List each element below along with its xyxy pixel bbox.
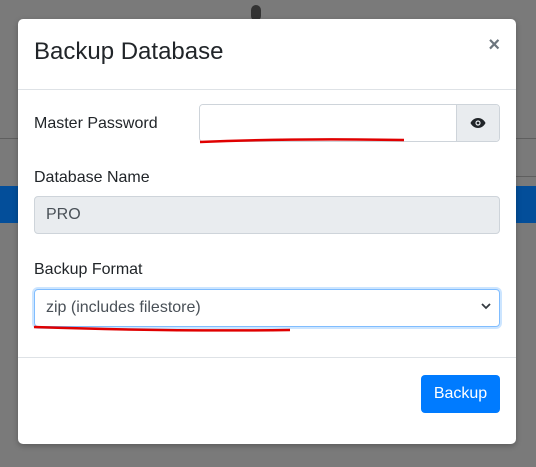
chevron-down-icon: [481, 303, 491, 310]
backup-format-label: Backup Format: [34, 261, 143, 278]
master-password-group: [199, 104, 500, 142]
background-divider: [516, 138, 536, 139]
background-navbar: [0, 186, 18, 223]
master-password-input[interactable]: [200, 105, 456, 141]
backup-format-value: zip (includes filestore): [46, 299, 201, 316]
eye-icon: [470, 118, 486, 128]
master-password-label: Master Password: [34, 115, 158, 132]
database-name-field: PRO: [34, 196, 500, 234]
show-password-button[interactable]: [456, 105, 499, 141]
backup-button[interactable]: Backup: [421, 375, 500, 413]
close-icon[interactable]: ×: [488, 35, 500, 55]
background-divider: [0, 138, 18, 139]
background-divider: [516, 176, 536, 177]
dialog-footer: Backup: [18, 357, 516, 445]
dialog-header: Backup Database ×: [18, 19, 516, 90]
dialog-title: Backup Database: [34, 38, 224, 65]
backup-format-select[interactable]: zip (includes filestore): [34, 289, 500, 327]
backup-database-dialog: Backup Database × Master Password Databa…: [18, 19, 516, 444]
background-navbar: [516, 186, 536, 223]
database-name-label: Database Name: [34, 169, 150, 186]
